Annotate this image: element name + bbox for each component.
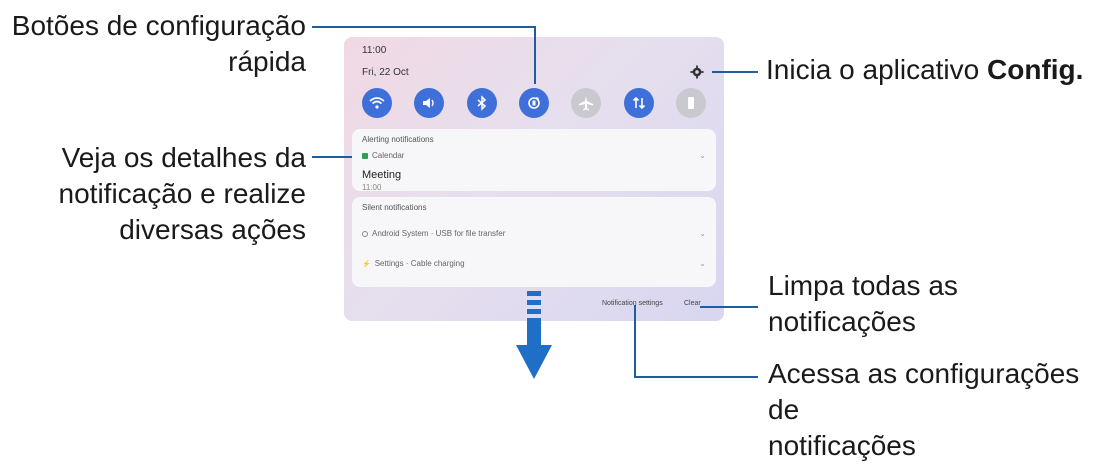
expand-chevron-icon[interactable]: ⌄: [699, 151, 706, 160]
flashlight-toggle[interactable]: [675, 88, 706, 118]
calendar-app-icon: [362, 152, 368, 159]
charging-notification[interactable]: ⚡ Settings · Cable charging: [362, 259, 465, 268]
callout-settings-app-prefix: Inicia o aplicativo: [766, 54, 988, 85]
calendar-notification-app[interactable]: Calendar: [362, 151, 404, 160]
speaker-icon: [423, 98, 435, 108]
alerting-notifications-card: Alerting notifications Calendar ⌄ Meetin…: [352, 129, 716, 192]
callout-quick-buttons-line2: rápida: [228, 46, 306, 77]
calendar-app-name: Calendar: [372, 151, 405, 160]
mobile-data-toggle[interactable]: [623, 88, 654, 118]
silent-header: Silent notifications: [362, 203, 427, 212]
airplane-icon: [579, 96, 594, 111]
expand-chevron-icon[interactable]: ⌄: [699, 259, 706, 268]
callout-notification-settings: Acessa as configurações de notificações: [768, 356, 1103, 464]
callout-clear-all-line1: Limpa todas as: [768, 270, 958, 301]
android-system-icon: [362, 230, 368, 237]
auto-rotate-toggle[interactable]: [518, 88, 549, 118]
leader-notif-settings-h: [634, 376, 758, 378]
charging-icon: ⚡: [362, 260, 371, 268]
leader-notif-settings-v: [634, 305, 636, 377]
callout-settings-app: Inicia o aplicativo Config.: [766, 52, 1096, 88]
bluetooth-toggle[interactable]: [466, 88, 497, 118]
leader-notif-details: [312, 156, 352, 158]
callout-quick-buttons-line1: Botões de configuração: [11, 10, 306, 41]
silent-notifications-card: Silent notifications Android System · US…: [352, 197, 716, 287]
notification-settings-button[interactable]: Notification settings: [602, 300, 663, 307]
quick-settings-row: [356, 83, 712, 123]
flashlight-icon: [687, 97, 694, 109]
callout-notif-details-line1: Veja os detalhes da: [61, 142, 306, 173]
airplane-mode-toggle[interactable]: [571, 88, 602, 118]
usb-notification-text: Android System · USB for file transfer: [372, 229, 506, 238]
wifi-toggle[interactable]: [362, 88, 392, 118]
callout-quick-buttons: Botões de configuração rápida: [0, 8, 306, 80]
charging-notification-text: Settings · Cable charging: [374, 259, 465, 268]
status-time: 11:00: [362, 45, 387, 56]
callout-notif-settings-line1: Acessa as configurações de: [768, 358, 1080, 425]
callout-notif-settings-line2: notificações: [768, 430, 916, 461]
callout-notification-details: Veja os detalhes da notificação e realiz…: [0, 140, 306, 248]
swipe-down-arrow-icon: [516, 291, 552, 385]
callout-clear-all: Limpa todas as notificações: [768, 268, 1098, 340]
callout-notif-details-line3: diversas ações: [119, 214, 306, 245]
clear-button[interactable]: Clear: [684, 300, 701, 307]
leader-quick-buttons-v: [534, 26, 536, 84]
leader-quick-buttons-h: [312, 26, 536, 28]
settings-gear-icon[interactable]: [690, 65, 704, 79]
callout-settings-app-bold: Config.: [987, 54, 1084, 85]
status-date: Fri, 22 Oct: [362, 67, 409, 78]
notification-title[interactable]: Meeting: [362, 169, 401, 181]
sound-toggle[interactable]: [414, 88, 445, 118]
usb-notification[interactable]: Android System · USB for file transfer: [362, 229, 505, 238]
wifi-icon: [369, 97, 385, 109]
leader-clear: [700, 306, 758, 308]
leader-settings-gear: [712, 71, 758, 73]
callout-clear-all-line2: notificações: [768, 306, 916, 337]
auto-rotate-icon: [528, 97, 540, 109]
notification-time: 11:00: [362, 183, 382, 192]
bluetooth-icon: [477, 95, 486, 111]
mobile-data-icon: [632, 96, 645, 110]
alerting-header: Alerting notifications: [362, 135, 434, 144]
callout-notif-details-line2: notificação e realize: [58, 178, 306, 209]
expand-chevron-icon[interactable]: ⌄: [699, 229, 706, 238]
